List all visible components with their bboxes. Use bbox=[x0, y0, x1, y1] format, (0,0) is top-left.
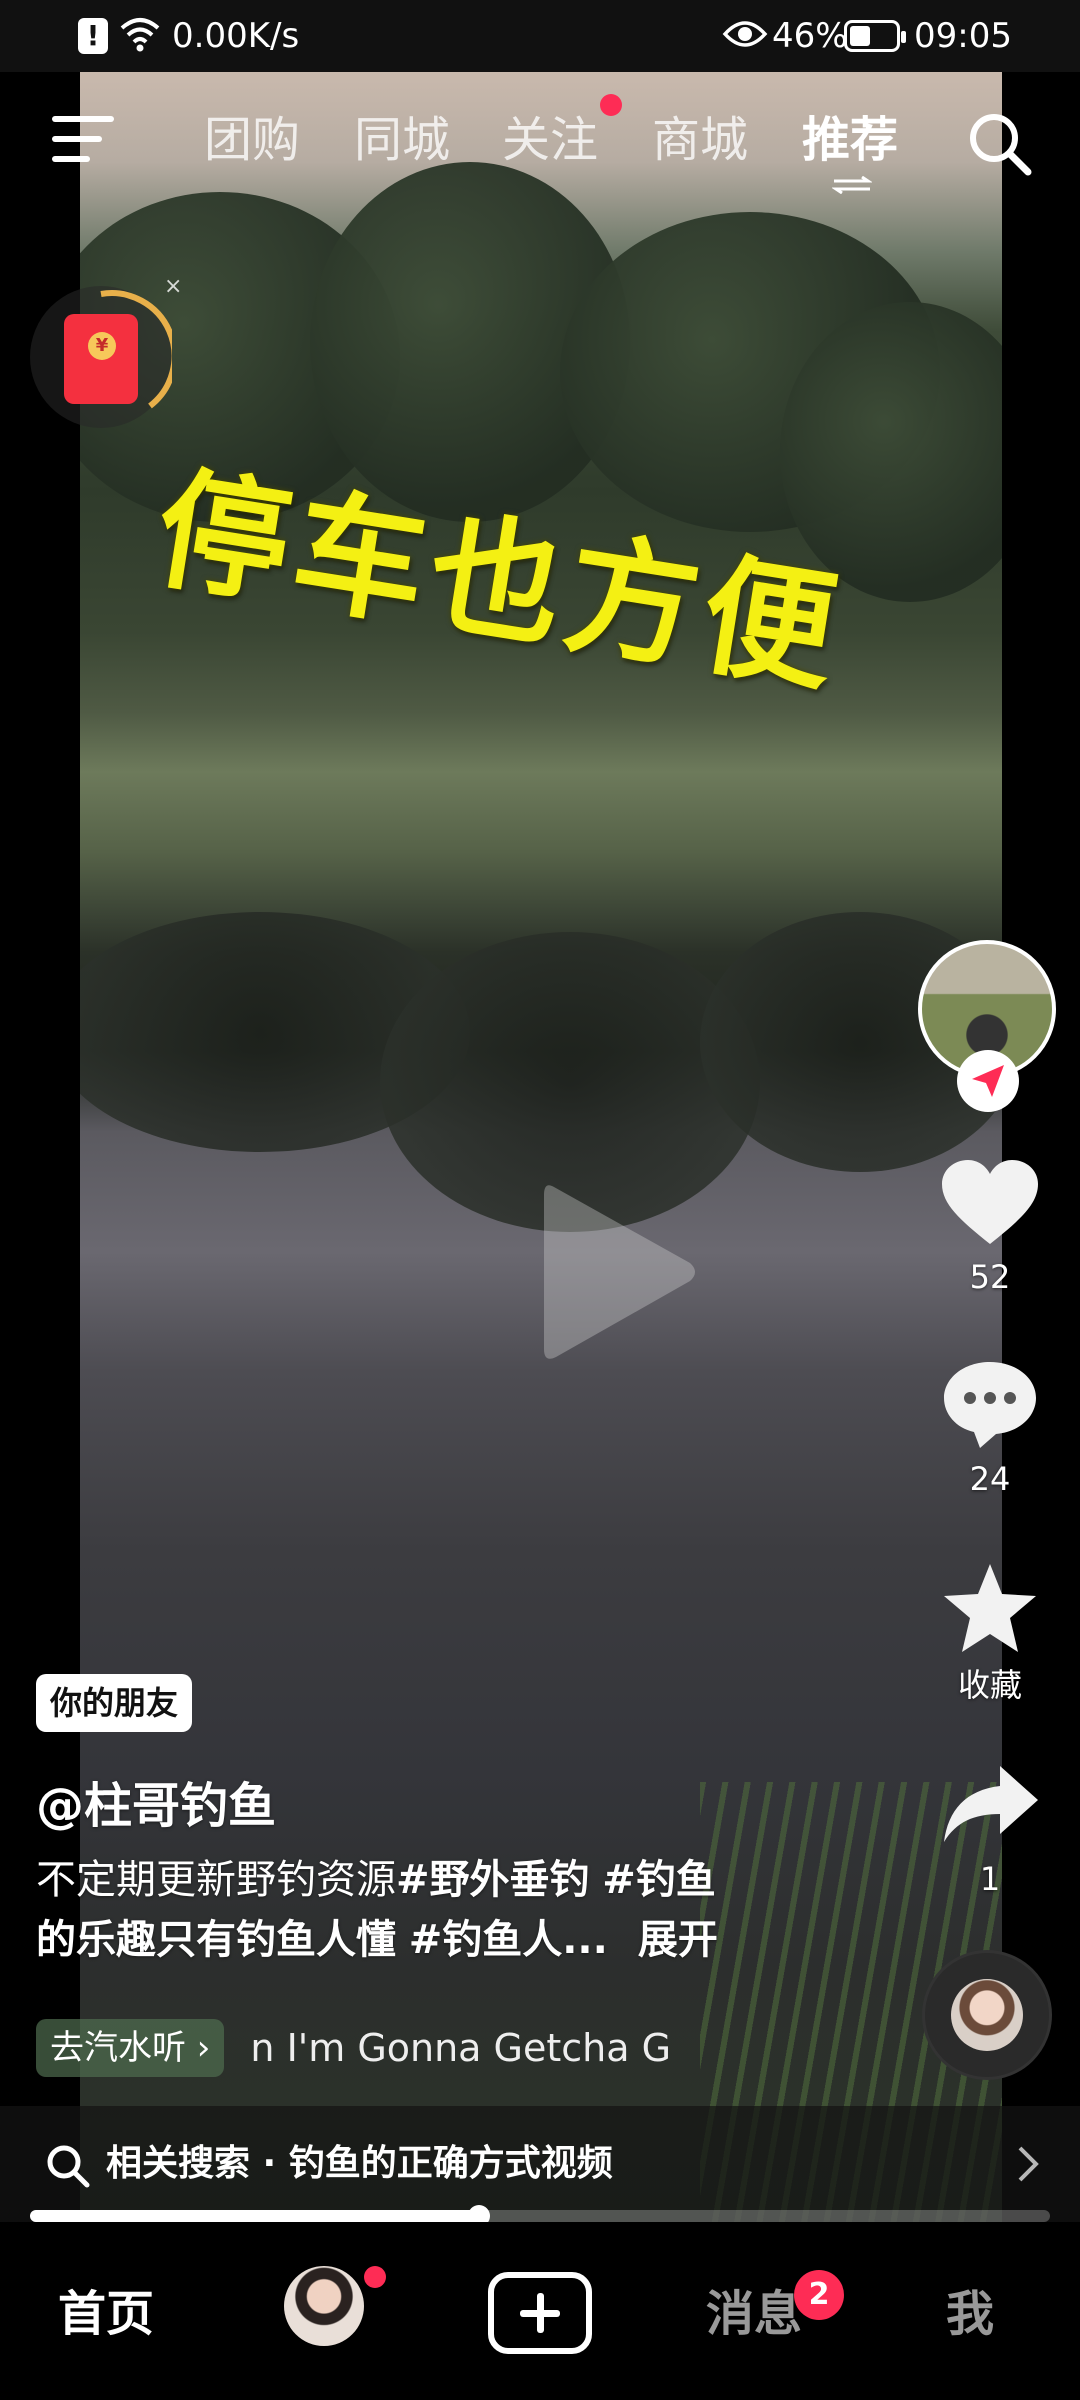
battery-fill bbox=[850, 26, 871, 46]
send-icon bbox=[972, 1065, 1004, 1097]
heart-icon[interactable] bbox=[940, 1158, 1040, 1248]
star-icon[interactable] bbox=[940, 1560, 1040, 1656]
related-search-bar[interactable]: 相关搜索 · 钓鱼的正确方式视频 bbox=[0, 2106, 1080, 2222]
share-count: 1 bbox=[979, 1860, 1001, 1898]
red-packet-widget[interactable]: ¥ bbox=[30, 286, 172, 428]
search-icon[interactable] bbox=[966, 110, 1032, 176]
chevron-right-icon bbox=[1018, 2146, 1039, 2182]
comment-count: 24 bbox=[969, 1460, 1011, 1498]
close-icon[interactable]: × bbox=[164, 274, 182, 299]
author-name[interactable]: @柱哥钓鱼 bbox=[36, 1766, 276, 1836]
nav-me[interactable]: 我 bbox=[946, 2284, 994, 2344]
related-search-text: 相关搜索 · 钓鱼的正确方式视频 bbox=[106, 2143, 613, 2184]
tab-group-buy[interactable]: 团购 bbox=[204, 108, 300, 172]
progress-fill bbox=[30, 2210, 479, 2222]
desc-line-1: 不定期更新野钓资源#野外垂钓 #钓鱼 bbox=[36, 1850, 796, 1910]
comment-icon[interactable] bbox=[940, 1358, 1040, 1450]
expand-link[interactable]: 展开 bbox=[638, 1917, 718, 1963]
eye-icon bbox=[722, 21, 768, 47]
desc-text: 的乐趣只有钓鱼人懂 bbox=[36, 1917, 396, 1963]
play-icon[interactable] bbox=[540, 1177, 700, 1367]
tab-recommend[interactable]: 推荐 bbox=[802, 108, 898, 172]
nav-home[interactable]: 首页 bbox=[58, 2284, 154, 2344]
music-cover bbox=[951, 1979, 1023, 2051]
music-row[interactable]: 去汽水听 › n I'm Gonna Getcha G bbox=[36, 2018, 690, 2078]
search-icon bbox=[47, 2145, 90, 2188]
tab-nearby[interactable]: 同城 bbox=[354, 108, 450, 172]
menu-icon[interactable] bbox=[52, 116, 114, 164]
desc-line-2: 的乐趣只有钓鱼人懂 #钓鱼人... 展开 bbox=[36, 1910, 796, 1970]
create-button[interactable] bbox=[488, 2272, 592, 2354]
video-progress[interactable] bbox=[30, 2205, 1050, 2227]
tab-following[interactable]: 关注 bbox=[502, 108, 598, 172]
nav-friends-avatar[interactable] bbox=[284, 2266, 364, 2346]
music-disc[interactable] bbox=[922, 1950, 1052, 2080]
clock: 09:05 bbox=[914, 16, 1012, 56]
status-bar: ! 0.00K/s 46% 09:05 bbox=[0, 0, 1080, 72]
battery-percent: 46% bbox=[772, 16, 848, 56]
friend-tag: 你的朋友 bbox=[36, 1674, 193, 1732]
hashtag[interactable]: #钓鱼人... bbox=[409, 1917, 608, 1963]
network-speed: 0.00K/s bbox=[172, 16, 300, 56]
battery-icon bbox=[844, 20, 906, 52]
bottom-nav: 首页 消息 2 我 bbox=[0, 2222, 1080, 2400]
friends-dot bbox=[364, 2266, 386, 2288]
music-title: n I'm Gonna Getcha G bbox=[250, 2026, 672, 2070]
hashtag[interactable]: #野外垂钓 bbox=[396, 1857, 590, 1903]
swap-icon bbox=[832, 176, 872, 194]
messages-badge: 2 bbox=[794, 2270, 844, 2320]
like-count: 52 bbox=[969, 1258, 1011, 1296]
post-description[interactable]: 不定期更新野钓资源#野外垂钓 #钓鱼 的乐趣只有钓鱼人懂 #钓鱼人... 展开 bbox=[36, 1850, 796, 1970]
following-dot bbox=[600, 94, 622, 116]
alert-icon: ! bbox=[78, 18, 108, 54]
listen-chip[interactable]: 去汽水听 › bbox=[36, 2019, 225, 2077]
plus-icon bbox=[536, 2293, 544, 2333]
share-icon[interactable] bbox=[940, 1762, 1040, 1846]
favorite-label: 收藏 bbox=[957, 1666, 1022, 1704]
tab-mall[interactable]: 商城 bbox=[652, 108, 748, 172]
wifi-icon bbox=[120, 18, 160, 52]
desc-text: 不定期更新野钓资源 bbox=[36, 1857, 396, 1903]
follow-button[interactable] bbox=[957, 1050, 1019, 1112]
red-envelope-icon: ¥ bbox=[64, 314, 138, 404]
nav-messages[interactable]: 消息 bbox=[706, 2284, 802, 2344]
hashtag[interactable]: #钓鱼 bbox=[602, 1857, 716, 1903]
coin-icon: ¥ bbox=[88, 332, 116, 360]
